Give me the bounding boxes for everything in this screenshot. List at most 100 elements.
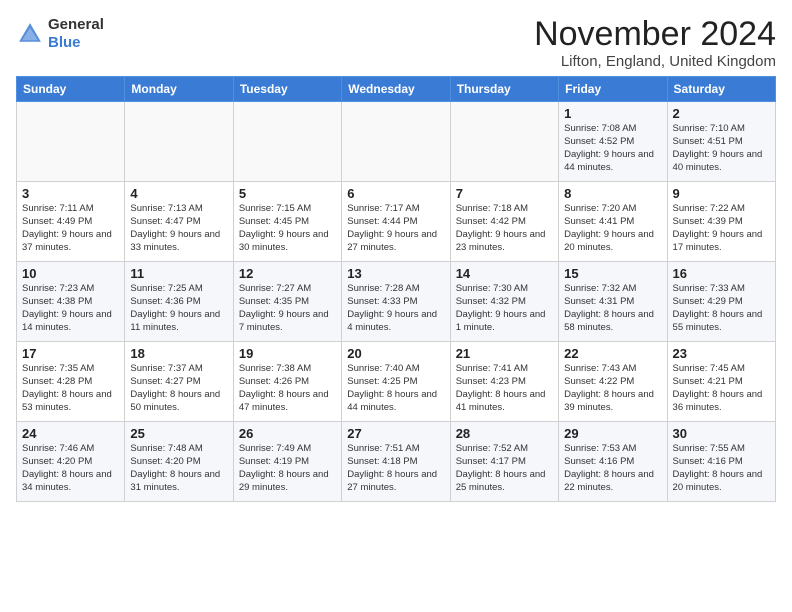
day-info: Sunrise: 7:32 AM Sunset: 4:31 PM Dayligh… <box>564 283 661 334</box>
day-number: 4 <box>130 186 227 201</box>
week-row-4: 17 Sunrise: 7:35 AM Sunset: 4:28 PM Dayli… <box>17 342 776 422</box>
day-info: Sunrise: 7:38 AM Sunset: 4:26 PM Dayligh… <box>239 363 336 414</box>
table-cell <box>125 102 233 182</box>
table-cell: 3Sunrise: 7:11 AM Sunset: 4:49 PM Daylig… <box>17 182 125 262</box>
day-number: 27 <box>347 426 444 441</box>
table-cell: 6 Sunrise: 7:17 AM Sunset: 4:44 PM Daylig… <box>342 182 450 262</box>
week-row-2: 3Sunrise: 7:11 AM Sunset: 4:49 PM Daylig… <box>17 182 776 262</box>
day-number: 10 <box>22 266 119 281</box>
table-cell: 14Sunrise: 7:30 AM Sunset: 4:32 PM Dayli… <box>450 262 558 342</box>
day-info: Sunrise: 7:35 AM Sunset: 4:28 PM Dayligh… <box>22 363 119 414</box>
day-number: 9 <box>673 186 770 201</box>
table-cell: 24 Sunrise: 7:46 AM Sunset: 4:20 PM Dayli… <box>17 422 125 502</box>
day-number: 26 <box>239 426 336 441</box>
table-cell: 21 Sunrise: 7:41 AM Sunset: 4:23 PM Dayli… <box>450 342 558 422</box>
day-number: 13 <box>347 266 444 281</box>
table-cell: 9 Sunrise: 7:22 AM Sunset: 4:39 PM Daylig… <box>667 182 775 262</box>
logo-blue: Blue <box>48 34 81 51</box>
table-cell: 20Sunrise: 7:40 AM Sunset: 4:25 PM Dayli… <box>342 342 450 422</box>
day-number: 2 <box>673 106 770 121</box>
location: Lifton, England, United Kingdom <box>534 53 776 70</box>
table-cell: 17 Sunrise: 7:35 AM Sunset: 4:28 PM Dayli… <box>17 342 125 422</box>
day-info: Sunrise: 7:22 AM Sunset: 4:39 PM Dayligh… <box>673 203 770 254</box>
day-info: Sunrise: 7:08 AM Sunset: 4:52 PM Dayligh… <box>564 123 661 174</box>
day-info: Sunrise: 7:55 AM Sunset: 4:16 PM Dayligh… <box>673 443 770 494</box>
month-title: November 2024 <box>534 16 776 53</box>
day-info: Sunrise: 7:18 AM Sunset: 4:42 PM Dayligh… <box>456 203 553 254</box>
day-number: 25 <box>130 426 227 441</box>
day-number: 19 <box>239 346 336 361</box>
day-info: Sunrise: 7:13 AM Sunset: 4:47 PM Dayligh… <box>130 203 227 254</box>
table-cell <box>17 102 125 182</box>
day-number: 11 <box>130 266 227 281</box>
calendar-table: Sunday Monday Tuesday Wednesday Thursday… <box>16 76 776 502</box>
day-info: Sunrise: 7:43 AM Sunset: 4:22 PM Dayligh… <box>564 363 661 414</box>
table-cell: 25Sunrise: 7:48 AM Sunset: 4:20 PM Dayli… <box>125 422 233 502</box>
table-cell: 22 Sunrise: 7:43 AM Sunset: 4:22 PM Dayli… <box>559 342 667 422</box>
day-info: Sunrise: 7:25 AM Sunset: 4:36 PM Dayligh… <box>130 283 227 334</box>
day-info: Sunrise: 7:20 AM Sunset: 4:41 PM Dayligh… <box>564 203 661 254</box>
day-number: 28 <box>456 426 553 441</box>
day-number: 22 <box>564 346 661 361</box>
day-info: Sunrise: 7:30 AM Sunset: 4:32 PM Dayligh… <box>456 283 553 334</box>
day-number: 5 <box>239 186 336 201</box>
day-info: Sunrise: 7:45 AM Sunset: 4:21 PM Dayligh… <box>673 363 770 414</box>
table-cell <box>233 102 341 182</box>
day-info: Sunrise: 7:52 AM Sunset: 4:17 PM Dayligh… <box>456 443 553 494</box>
day-info: Sunrise: 7:46 AM Sunset: 4:20 PM Dayligh… <box>22 443 119 494</box>
logo-text: General Blue <box>48 16 104 52</box>
table-cell: 1 Sunrise: 7:08 AM Sunset: 4:52 PM Daylig… <box>559 102 667 182</box>
table-cell <box>342 102 450 182</box>
day-info: Sunrise: 7:53 AM Sunset: 4:16 PM Dayligh… <box>564 443 661 494</box>
header: General Blue November 2024 Lifton, Engla… <box>16 16 776 70</box>
day-number: 21 <box>456 346 553 361</box>
day-info: Sunrise: 7:27 AM Sunset: 4:35 PM Dayligh… <box>239 283 336 334</box>
table-cell: 5 Sunrise: 7:15 AM Sunset: 4:45 PM Daylig… <box>233 182 341 262</box>
day-info: Sunrise: 7:33 AM Sunset: 4:29 PM Dayligh… <box>673 283 770 334</box>
day-info: Sunrise: 7:41 AM Sunset: 4:23 PM Dayligh… <box>456 363 553 414</box>
day-number: 29 <box>564 426 661 441</box>
table-cell: 26 Sunrise: 7:49 AM Sunset: 4:19 PM Dayli… <box>233 422 341 502</box>
table-cell: 19 Sunrise: 7:38 AM Sunset: 4:26 PM Dayli… <box>233 342 341 422</box>
col-friday: Friday <box>559 77 667 102</box>
day-info: Sunrise: 7:23 AM Sunset: 4:38 PM Dayligh… <box>22 283 119 334</box>
title-block: November 2024 Lifton, England, United Ki… <box>534 16 776 70</box>
day-number: 6 <box>347 186 444 201</box>
day-number: 23 <box>673 346 770 361</box>
day-info: Sunrise: 7:49 AM Sunset: 4:19 PM Dayligh… <box>239 443 336 494</box>
col-saturday: Saturday <box>667 77 775 102</box>
table-cell: 29 Sunrise: 7:53 AM Sunset: 4:16 PM Dayli… <box>559 422 667 502</box>
table-cell: 15 Sunrise: 7:32 AM Sunset: 4:31 PM Dayli… <box>559 262 667 342</box>
page-container: General Blue November 2024 Lifton, Engla… <box>0 0 792 512</box>
col-tuesday: Tuesday <box>233 77 341 102</box>
calendar-header-row: Sunday Monday Tuesday Wednesday Thursday… <box>17 77 776 102</box>
table-cell: 10 Sunrise: 7:23 AM Sunset: 4:38 PM Dayli… <box>17 262 125 342</box>
table-cell <box>450 102 558 182</box>
logo-general: General <box>48 16 104 33</box>
table-cell: 8Sunrise: 7:20 AM Sunset: 4:41 PM Daylig… <box>559 182 667 262</box>
day-number: 1 <box>564 106 661 121</box>
table-cell: 28 Sunrise: 7:52 AM Sunset: 4:17 PM Dayli… <box>450 422 558 502</box>
week-row-1: 1 Sunrise: 7:08 AM Sunset: 4:52 PM Daylig… <box>17 102 776 182</box>
col-wednesday: Wednesday <box>342 77 450 102</box>
logo[interactable]: General Blue <box>16 16 104 52</box>
day-number: 7 <box>456 186 553 201</box>
col-sunday: Sunday <box>17 77 125 102</box>
col-thursday: Thursday <box>450 77 558 102</box>
day-number: 17 <box>22 346 119 361</box>
day-info: Sunrise: 7:37 AM Sunset: 4:27 PM Dayligh… <box>130 363 227 414</box>
day-info: Sunrise: 7:17 AM Sunset: 4:44 PM Dayligh… <box>347 203 444 254</box>
day-info: Sunrise: 7:15 AM Sunset: 4:45 PM Dayligh… <box>239 203 336 254</box>
col-monday: Monday <box>125 77 233 102</box>
day-number: 18 <box>130 346 227 361</box>
day-number: 15 <box>564 266 661 281</box>
table-cell: 27Sunrise: 7:51 AM Sunset: 4:18 PM Dayli… <box>342 422 450 502</box>
table-cell: 7 Sunrise: 7:18 AM Sunset: 4:42 PM Daylig… <box>450 182 558 262</box>
table-cell: 23 Sunrise: 7:45 AM Sunset: 4:21 PM Dayli… <box>667 342 775 422</box>
day-number: 24 <box>22 426 119 441</box>
table-cell: 12Sunrise: 7:27 AM Sunset: 4:35 PM Dayli… <box>233 262 341 342</box>
table-cell: 30Sunrise: 7:55 AM Sunset: 4:16 PM Dayli… <box>667 422 775 502</box>
day-number: 16 <box>673 266 770 281</box>
table-cell: 18 Sunrise: 7:37 AM Sunset: 4:27 PM Dayli… <box>125 342 233 422</box>
day-number: 20 <box>347 346 444 361</box>
